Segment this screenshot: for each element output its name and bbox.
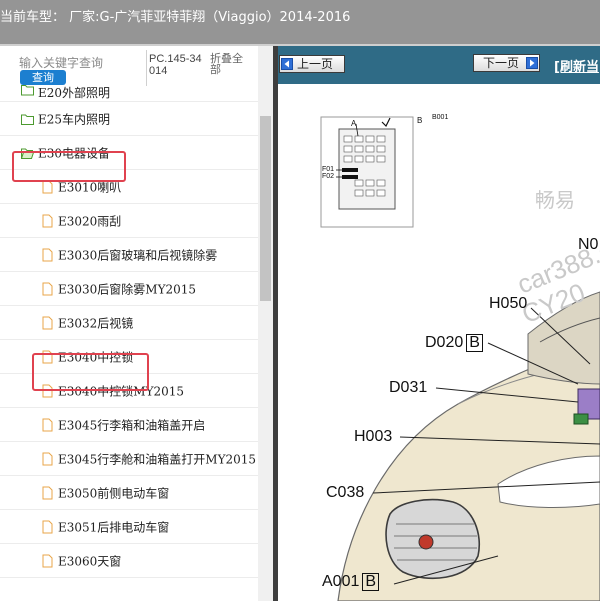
refresh-link[interactable]: [刷新当 xyxy=(554,56,599,75)
sidebar-scroll-thumb[interactable] xyxy=(260,116,271,301)
callout-c038: C038 xyxy=(326,484,365,501)
document-icon xyxy=(42,350,53,363)
next-page-button[interactable]: 下一页 xyxy=(473,54,540,72)
tree-item-label: E3050前侧电动车窗 xyxy=(58,486,170,500)
tree-item-label: E3040中控锁MY2015 xyxy=(58,384,185,398)
tree-item-e3032[interactable]: E3032后视镜 xyxy=(0,306,258,340)
callout-h003: H003 xyxy=(354,428,393,445)
tree-item-e3030-my2015[interactable]: E3030后窗除雾MY2015 xyxy=(0,272,258,306)
watermark-line-1: 畅易 xyxy=(535,190,575,212)
document-icon xyxy=(42,452,53,465)
document-icon xyxy=(42,486,53,499)
document-icon xyxy=(42,180,53,193)
tree-item-label: E3040中控锁 xyxy=(58,350,134,364)
next-page-label: 下一页 xyxy=(483,56,520,70)
document-icon xyxy=(42,282,53,295)
tree-item-e3040-my2015[interactable]: E3040中控锁MY2015 xyxy=(0,374,258,408)
fuse-label-f01: F01 xyxy=(322,166,335,173)
tree-item-label: E3045行李箱和油箱盖开启 xyxy=(58,418,206,432)
left-panel: 查询 PC.145-34014 折叠全部 E20外部照明 E25车内照明 E30… xyxy=(0,46,273,601)
fuse-label-a: A xyxy=(351,119,357,128)
document-icon xyxy=(42,316,53,329)
tree-item-label: E3030后窗除雾MY2015 xyxy=(58,282,197,296)
tree-item-label: E3060天窗 xyxy=(58,554,122,568)
fuse-label-f02: F02 xyxy=(322,173,335,180)
document-icon xyxy=(42,554,53,567)
tree-item-e3045[interactable]: E3045行李箱和油箱盖开启 xyxy=(0,408,258,442)
callout-d031: D031 xyxy=(389,379,428,396)
document-icon xyxy=(42,214,53,227)
tree-item-e25[interactable]: E25车内照明 xyxy=(0,102,258,136)
tree-item-e20[interactable]: E20外部照明 xyxy=(0,85,258,102)
arrow-right-icon xyxy=(526,57,538,69)
search-input[interactable] xyxy=(19,55,145,71)
tree-item-e3010[interactable]: E3010喇叭 xyxy=(0,170,258,204)
tree-item-label: E3032后视镜 xyxy=(58,316,134,330)
current-vehicle-title: 当前车型： 厂家:G-广汽菲亚特菲翔（Viaggio）2014-2016 xyxy=(0,10,351,25)
fuse-label-b001: B001 xyxy=(432,114,449,121)
callout-d020-code: D020 xyxy=(425,334,464,351)
tree-item-e3050[interactable]: E3050前侧电动车窗 xyxy=(0,476,258,510)
tree-item-e30[interactable]: E30电器设备 xyxy=(0,136,258,170)
tree-item-e3051[interactable]: E3051后排电动车窗 xyxy=(0,510,258,544)
tree-item-label: E20外部照明 xyxy=(38,86,111,100)
top-bar: 当前车型： 厂家:G-广汽菲亚特菲翔（Viaggio）2014-2016 xyxy=(0,0,600,44)
document-icon xyxy=(42,418,53,431)
fuse-label-b: B xyxy=(417,116,423,125)
folder-icon xyxy=(21,114,34,125)
folder-icon xyxy=(21,85,34,96)
document-icon xyxy=(42,248,53,261)
manual-code: PC.145-34014 xyxy=(149,53,202,77)
wiring-diagram: A B B001 F01 F02 畅易 car388.c CY20 N0 H05… xyxy=(278,84,600,601)
tree-item-e3045-my2015[interactable]: E3045行李舱和油箱盖打开MY2015 xyxy=(0,442,258,476)
tree-item-e3030[interactable]: E3030后窗玻璃和后视镜除雾 xyxy=(0,238,258,272)
viewer-toolbar: 上一页 下一页 [刷新当 xyxy=(278,46,600,84)
arrow-left-icon xyxy=(281,58,293,70)
callout-n0: N0 xyxy=(578,236,599,253)
tree-item-e3060[interactable]: E3060天窗 xyxy=(0,544,258,578)
previous-page-label: 上一页 xyxy=(297,57,334,71)
tree-item-label: E3020雨刮 xyxy=(58,214,122,228)
tree-item-label: E3045行李舱和油箱盖打开MY2015 xyxy=(58,452,257,466)
document-viewer: 上一页 下一页 [刷新当 A B B001 F01 F02 畅易 car388.… xyxy=(278,46,600,601)
callout-a001-code: A001 xyxy=(322,573,360,590)
directory-tree: E20外部照明 E25车内照明 E30电器设备 E3010喇叭 E3020雨刮 … xyxy=(0,85,258,578)
tree-item-e3040[interactable]: E3040中控锁 xyxy=(0,340,258,374)
document-icon xyxy=(42,384,53,397)
folder-open-icon xyxy=(21,148,34,159)
previous-page-button[interactable]: 上一页 xyxy=(279,55,345,73)
document-icon xyxy=(42,520,53,533)
callout-a001: A001 B xyxy=(322,573,380,591)
tree-item-label: E3051后排电动车窗 xyxy=(58,520,170,534)
search-divider xyxy=(146,50,147,86)
callout-a001-box: B xyxy=(362,573,380,591)
search-area: 查询 PC.145-34014 折叠全部 xyxy=(0,46,258,88)
callout-d020: D020 B xyxy=(425,334,483,352)
tree-item-e3020[interactable]: E3020雨刮 xyxy=(0,204,258,238)
tree-item-label: E25车内照明 xyxy=(38,112,111,126)
callout-h050: H050 xyxy=(489,295,528,312)
tree-item-label: E3010喇叭 xyxy=(58,180,122,194)
callout-d020-box: B xyxy=(466,334,483,352)
tree-item-label: E3030后窗玻璃和后视镜除雾 xyxy=(58,248,218,262)
collapse-all-link[interactable]: 折叠全部 xyxy=(210,53,250,75)
tree-item-label: E30电器设备 xyxy=(38,146,111,160)
